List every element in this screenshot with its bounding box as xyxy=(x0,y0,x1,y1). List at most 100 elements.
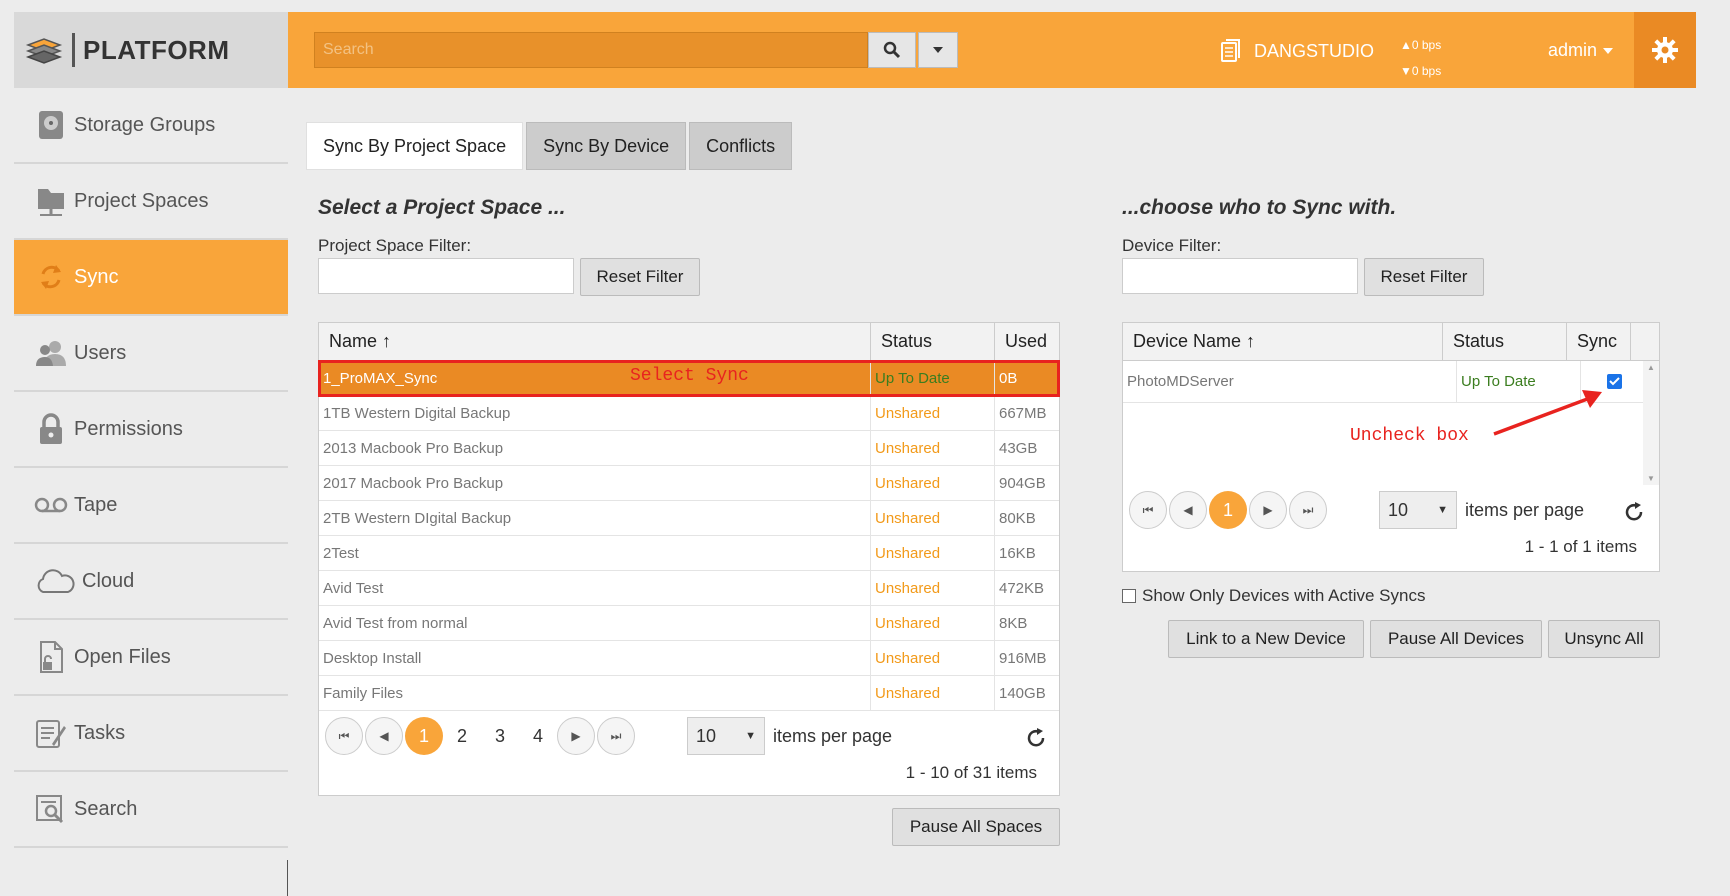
pause-all-spaces-button[interactable]: Pause All Spaces xyxy=(892,808,1060,846)
device-heading: ...choose who to Sync with. xyxy=(1122,196,1397,219)
first-page-button[interactable]: ⏮ xyxy=(1129,491,1167,529)
cell-name: 1TB Western Digital Backup xyxy=(319,396,871,430)
table-row[interactable]: 2TB Western DIgital Backup Unshared 80KB xyxy=(319,501,1059,536)
next-page-icon: ▶ xyxy=(1263,503,1273,517)
sidebar-item-label: Sync xyxy=(74,265,119,288)
cell-status: Unshared xyxy=(871,501,995,535)
cell-status: Unshared xyxy=(871,466,995,500)
device-grid: Device Name ↑ Status Sync PhotoMDServer … xyxy=(1122,322,1660,572)
caret-down-icon xyxy=(933,47,943,53)
sidebar-item-label: Permissions xyxy=(74,417,183,440)
open-file-icon xyxy=(34,640,68,674)
scrollbar[interactable]: ▲ ▼ xyxy=(1643,361,1659,485)
sidebar-item-tasks[interactable]: Tasks xyxy=(14,696,288,772)
last-page-button[interactable]: ⏭ xyxy=(1289,491,1327,529)
sidebar-item-permissions[interactable]: Permissions xyxy=(14,392,288,468)
cell-used: 43GB xyxy=(999,439,1038,457)
link-new-device-button[interactable]: Link to a New Device xyxy=(1168,620,1364,658)
page-number[interactable]: 3 xyxy=(481,717,519,755)
project-space-heading: Select a Project Space ... xyxy=(318,196,566,219)
column-header-device-name[interactable]: Device Name ↑ xyxy=(1123,323,1443,360)
sidebar-item-storage-groups[interactable]: Storage Groups xyxy=(14,88,288,164)
cell-status: Up To Date xyxy=(871,361,995,395)
reset-filter-button[interactable]: Reset Filter xyxy=(580,258,700,296)
cell-device-name: PhotoMDServer xyxy=(1123,361,1457,402)
cell-used: 0B xyxy=(999,369,1018,387)
user-menu[interactable]: admin xyxy=(1548,40,1614,61)
tab-sync-by-device[interactable]: Sync By Device xyxy=(526,122,687,170)
table-row[interactable]: 1TB Western Digital Backup Unshared 667MB xyxy=(319,396,1059,431)
tab-sync-by-project-space[interactable]: Sync By Project Space xyxy=(306,122,524,170)
items-summary: 1 - 10 of 31 items xyxy=(905,763,1037,782)
grid-header: Device Name ↑ Status Sync xyxy=(1123,323,1659,361)
table-row[interactable]: 2013 Macbook Pro Backup Unshared 43GB xyxy=(319,431,1059,466)
table-row[interactable]: 2017 Macbook Pro Backup Unshared 904GB xyxy=(319,466,1059,501)
page-number[interactable]: 2 xyxy=(443,717,481,755)
last-page-button[interactable]: ⏭ xyxy=(597,717,635,755)
column-header-status[interactable]: Status xyxy=(1443,323,1567,360)
pause-all-devices-button[interactable]: Pause All Devices xyxy=(1370,620,1542,658)
unsync-all-button[interactable]: Unsync All xyxy=(1548,620,1660,658)
page-size-select[interactable]: 10 ▼ xyxy=(1379,491,1457,529)
next-page-button[interactable]: ▶ xyxy=(1249,491,1287,529)
last-page-icon: ⏭ xyxy=(610,728,622,743)
sidebar-item-label: Project Spaces xyxy=(74,189,209,212)
tab-conflicts[interactable]: Conflicts xyxy=(689,122,793,170)
sidebar-item-users[interactable]: Users xyxy=(14,316,288,392)
server-indicator[interactable]: DANGSTUDIO xyxy=(1220,38,1374,64)
page-size-select[interactable]: 10 ▼ xyxy=(687,717,765,755)
show-only-checkbox[interactable] xyxy=(1122,589,1136,603)
sidebar-item-cloud[interactable]: Cloud xyxy=(14,544,288,620)
table-row[interactable]: Desktop Install Unshared 916MB xyxy=(319,641,1059,676)
table-row[interactable]: 2Test Unshared 16KB xyxy=(319,536,1059,571)
cell-status: Unshared xyxy=(871,431,995,465)
project-space-grid: Name ↑ Status Used 1_ProMAX_Sync Up To Da… xyxy=(318,322,1060,796)
page-number[interactable]: 1 xyxy=(405,717,443,755)
sidebar-item-sync[interactable]: Sync xyxy=(14,240,288,316)
scroll-up-icon[interactable]: ▲ xyxy=(1643,363,1659,372)
sidebar-item-project-spaces[interactable]: Project Spaces xyxy=(14,164,288,240)
caret-down-icon xyxy=(1603,47,1614,54)
logo-text: PLATFORM xyxy=(72,33,230,67)
refresh-button[interactable] xyxy=(1025,727,1047,754)
project-space-filter-input[interactable] xyxy=(318,258,574,294)
cloud-icon xyxy=(34,564,76,598)
chevron-down-icon: ▼ xyxy=(745,730,756,742)
table-row[interactable]: Avid Test Unshared 472KB xyxy=(319,571,1059,606)
cell-status: Unshared xyxy=(871,606,995,640)
refresh-button[interactable] xyxy=(1623,501,1645,528)
grid-body: 1_ProMAX_Sync Up To Date 0B 1TB Western Di… xyxy=(318,360,1060,711)
prev-page-button[interactable]: ◀ xyxy=(1169,491,1207,529)
table-row[interactable]: Family Files Unshared 140GB xyxy=(319,676,1059,711)
page-number[interactable]: 1 xyxy=(1209,491,1247,529)
tasks-icon xyxy=(34,716,68,750)
logo[interactable]: PLATFORM xyxy=(14,12,288,88)
cell-name: Avid Test xyxy=(319,571,871,605)
next-page-button[interactable]: ▶ xyxy=(557,717,595,755)
page-number[interactable]: 4 xyxy=(519,717,557,755)
search-button[interactable] xyxy=(868,32,916,68)
reset-device-filter-button[interactable]: Reset Filter xyxy=(1364,258,1484,296)
column-header-sync[interactable]: Sync xyxy=(1567,323,1631,360)
cell-name: Family Files xyxy=(319,676,871,710)
prev-page-button[interactable]: ◀ xyxy=(365,717,403,755)
search-options-button[interactable] xyxy=(918,32,958,68)
sidebar-item-search[interactable]: Search xyxy=(14,772,288,848)
device-filter-input[interactable] xyxy=(1122,258,1358,294)
table-row[interactable]: Avid Test from normal Unshared 8KB xyxy=(319,606,1059,641)
scroll-down-icon[interactable]: ▼ xyxy=(1643,474,1659,483)
column-header-status[interactable]: Status xyxy=(871,323,995,360)
annotation-uncheck-box: Uncheck box xyxy=(1350,426,1469,446)
column-header-used[interactable]: Used xyxy=(995,323,1059,360)
settings-button[interactable] xyxy=(1634,12,1696,88)
search-input[interactable] xyxy=(314,32,868,68)
sidebar-item-tape[interactable]: Tape xyxy=(14,468,288,544)
column-header-name[interactable]: Name ↑ xyxy=(319,323,871,360)
sidebar-item-label: Users xyxy=(74,341,127,364)
sidebar-item-open-files[interactable]: Open Files xyxy=(14,620,288,696)
page-size-value: 10 xyxy=(696,725,717,746)
prev-page-icon: ◀ xyxy=(379,729,389,743)
device-filter-label: Device Filter: xyxy=(1122,236,1222,255)
show-only-label: Show Only Devices with Active Syncs xyxy=(1142,586,1426,605)
first-page-button[interactable]: ⏮ xyxy=(325,717,363,755)
